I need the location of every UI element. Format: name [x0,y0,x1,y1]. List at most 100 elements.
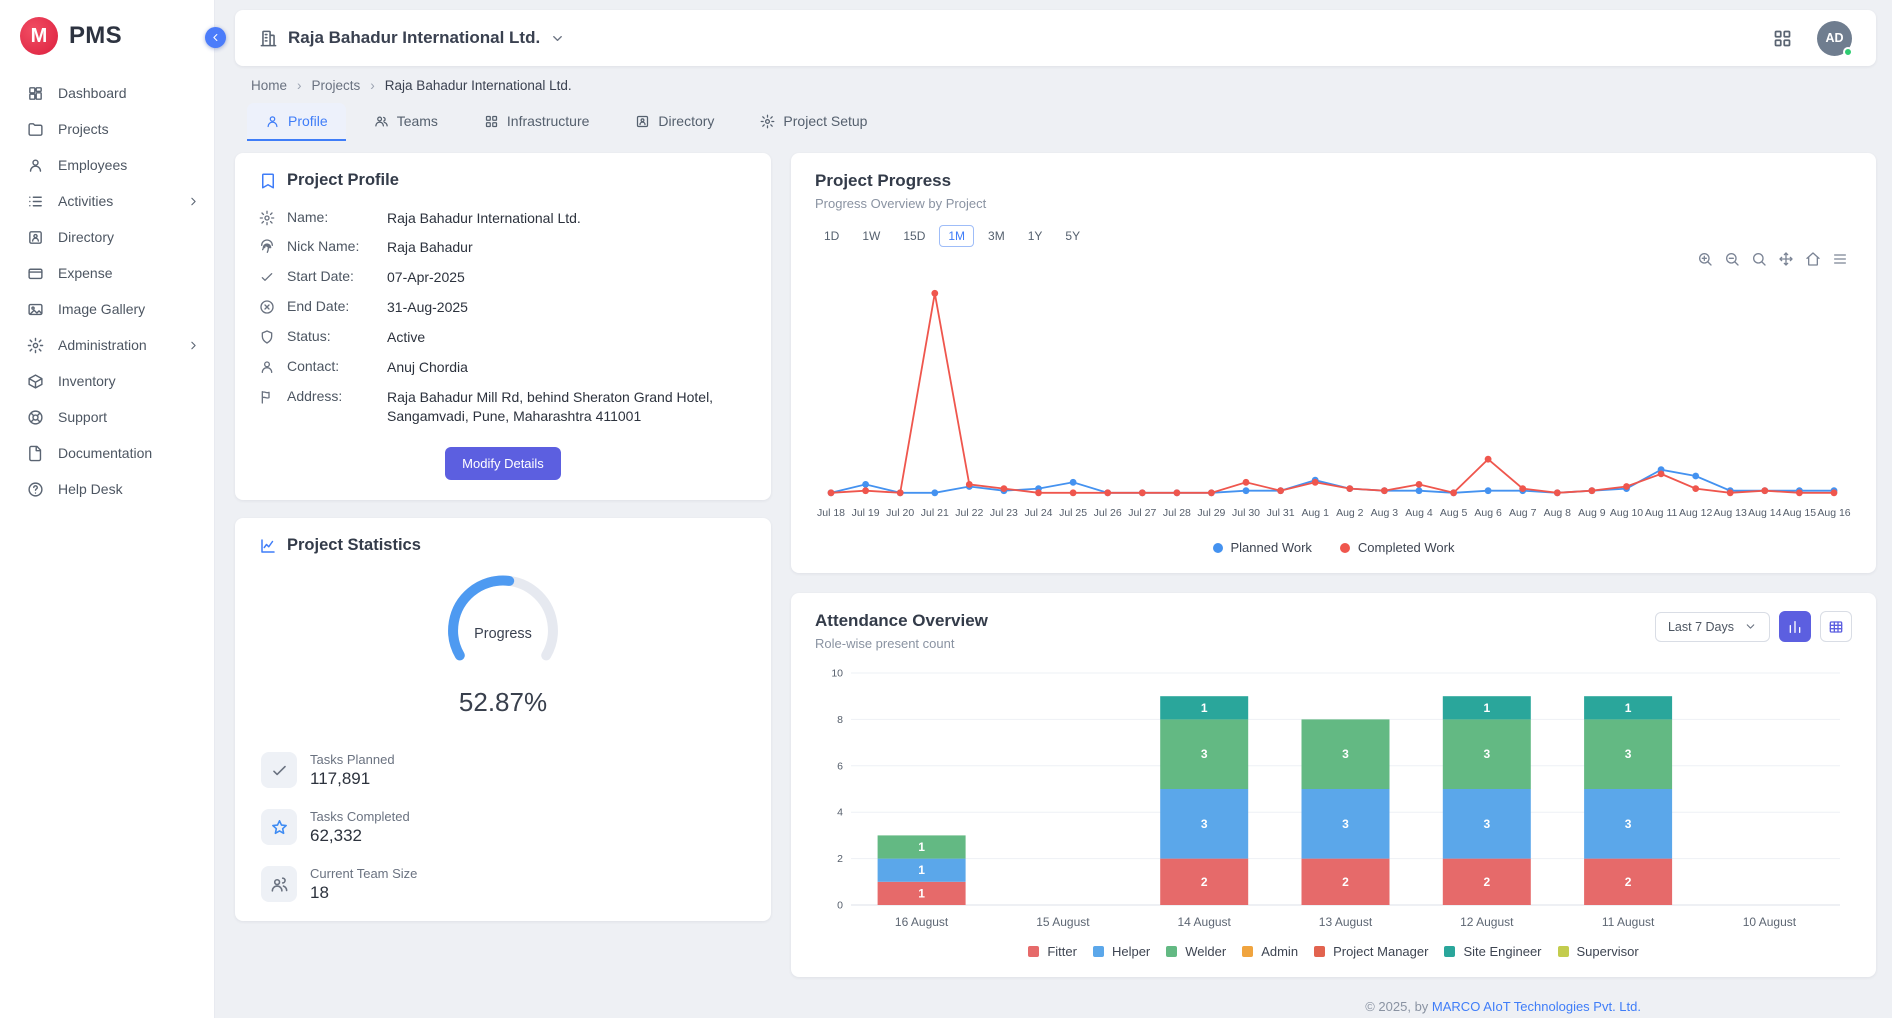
legend-planned-work[interactable]: Planned Work [1213,540,1312,555]
home-button[interactable] [1805,251,1821,267]
sidebar-item-label: Inventory [58,373,116,389]
sidebar-item-label: Help Desk [58,481,123,497]
footer: © 2025, by MARCO AIoT Technologies Pvt. … [791,997,1876,1018]
profile-actions: Modify Details [259,447,747,480]
zoom-box-icon [1751,251,1767,267]
avatar-initials: AD [1825,31,1843,45]
sidebar-item-label: Support [58,409,107,425]
sidebar-item-support[interactable]: Support [0,399,214,435]
attendance-header: Attendance Overview Role-wise present co… [815,611,1852,651]
box-icon [27,373,44,390]
tab-project-setup[interactable]: Project Setup [742,103,885,141]
tab-profile[interactable]: Profile [247,103,346,141]
svg-text:1: 1 [918,863,925,877]
attendance-range-value: Last 7 Days [1668,620,1734,634]
pan-icon [1778,251,1794,267]
tab-teams[interactable]: Teams [356,103,456,141]
field-value: Raja Bahadur International Ltd. [387,209,581,228]
footer-link[interactable]: MARCO AIoT Technologies Pvt. Ltd. [1432,999,1641,1014]
menu-button[interactable] [1832,251,1848,267]
legend-site-engineer[interactable]: Site Engineer [1444,944,1541,959]
svg-text:2: 2 [1201,875,1208,889]
app-logo[interactable]: M PMS [0,0,214,69]
range-5y-button[interactable]: 5Y [1056,225,1089,247]
range-1y-button[interactable]: 1Y [1019,225,1052,247]
svg-text:Aug 7: Aug 7 [1509,507,1537,519]
apps-button[interactable] [1770,26,1795,51]
breadcrumb-home[interactable]: Home [251,78,287,93]
sidebar-item-image-gallery[interactable]: Image Gallery [0,291,214,327]
svg-text:1: 1 [918,886,925,900]
stat-value: 117,891 [310,769,395,789]
tab-label: Directory [658,113,714,129]
field-value: Anuj Chordia [387,358,468,377]
sidebar-item-administration[interactable]: Administration [0,327,214,363]
pan-button[interactable] [1778,251,1794,267]
zoom-in-icon [1697,251,1713,267]
chevron-right-icon [187,339,200,352]
field-value: Raja Bahadur Mill Rd, behind Sheraton Gr… [387,388,747,426]
attendance-range-select[interactable]: Last 7 Days [1655,612,1770,642]
project-progress-title-row: Project Progress [815,171,1852,191]
range-3m-button[interactable]: 3M [979,225,1014,247]
sidebar-item-dashboard[interactable]: Dashboard [0,75,214,111]
svg-text:6: 6 [837,760,843,772]
legend-completed-work[interactable]: Completed Work [1340,540,1455,555]
card-subtitle: Role-wise present count [815,636,988,651]
image-icon [27,301,44,318]
legend-helper[interactable]: Helper [1093,944,1150,959]
range-1w-button[interactable]: 1W [853,225,889,247]
zoom-box-button[interactable] [1751,251,1767,267]
sidebar-item-expense[interactable]: Expense [0,255,214,291]
footer-text: © 2025, by [1365,999,1432,1014]
company-selector[interactable]: Raja Bahadur International Ltd. [259,28,565,48]
table-view-button[interactable] [1820,611,1852,642]
sidebar-item-help-desk[interactable]: Help Desk [0,471,214,507]
stat-label: Tasks Completed [310,809,410,824]
project-profile-title-row: Project Profile [259,171,747,190]
sidebar-item-projects[interactable]: Projects [0,111,214,147]
range-15d-button[interactable]: 15D [894,225,934,247]
field-label: Address: [287,388,375,404]
chevron-left-icon [209,31,222,44]
name-icon [259,210,275,226]
sidebar-menu: DashboardProjectsEmployeesActivitiesDire… [0,69,214,507]
legend-project-manager[interactable]: Project Manager [1314,944,1428,959]
field-value: 07-Apr-2025 [387,268,465,287]
table-icon [1828,619,1844,635]
progress-line-chart[interactable]: Jul 18Jul 19Jul 20Jul 21Jul 22Jul 23Jul … [815,253,1852,535]
progress-gauge: Progress [259,575,747,684]
sidebar-collapse-button[interactable] [205,27,226,48]
zoom-in-button[interactable] [1697,251,1713,267]
breadcrumb-projects[interactable]: Projects [312,78,361,93]
home-icon [1805,251,1821,267]
attendance-bar-chart-wrap: 024681016 August11115 August14 August233… [815,659,1852,942]
legend-label: Welder [1185,944,1226,959]
svg-text:Aug 5: Aug 5 [1440,507,1468,519]
legend-welder[interactable]: Welder [1166,944,1226,959]
profile-field-name: Name:Raja Bahadur International Ltd. [259,203,747,233]
tab-infrastructure[interactable]: Infrastructure [466,103,607,141]
legend-dot [1213,543,1223,553]
sidebar-item-activities[interactable]: Activities [0,183,214,219]
sidebar-item-inventory[interactable]: Inventory [0,363,214,399]
svg-text:14 August: 14 August [1178,915,1232,929]
range-1d-button[interactable]: 1D [815,225,848,247]
sidebar-item-directory[interactable]: Directory [0,219,214,255]
zoom-out-button[interactable] [1724,251,1740,267]
sidebar-item-employees[interactable]: Employees [0,147,214,183]
svg-text:3: 3 [1342,747,1349,761]
stat-tasks-completed: Tasks Completed62,332 [261,809,747,846]
modify-details-button[interactable]: Modify Details [445,447,561,480]
avatar[interactable]: AD [1817,21,1852,56]
legend-supervisor[interactable]: Supervisor [1558,944,1639,959]
legend-fitter[interactable]: Fitter [1028,944,1077,959]
sidebar-item-documentation[interactable]: Documentation [0,435,214,471]
tab-directory[interactable]: Directory [617,103,732,141]
attendance-bar-chart[interactable]: 024681016 August11115 August14 August233… [815,659,1852,939]
dashboard-icon [27,85,44,102]
svg-text:Aug 4: Aug 4 [1405,507,1433,519]
range-1m-button[interactable]: 1M [939,225,974,247]
legend-admin[interactable]: Admin [1242,944,1298,959]
chart-view-button[interactable] [1779,611,1811,642]
